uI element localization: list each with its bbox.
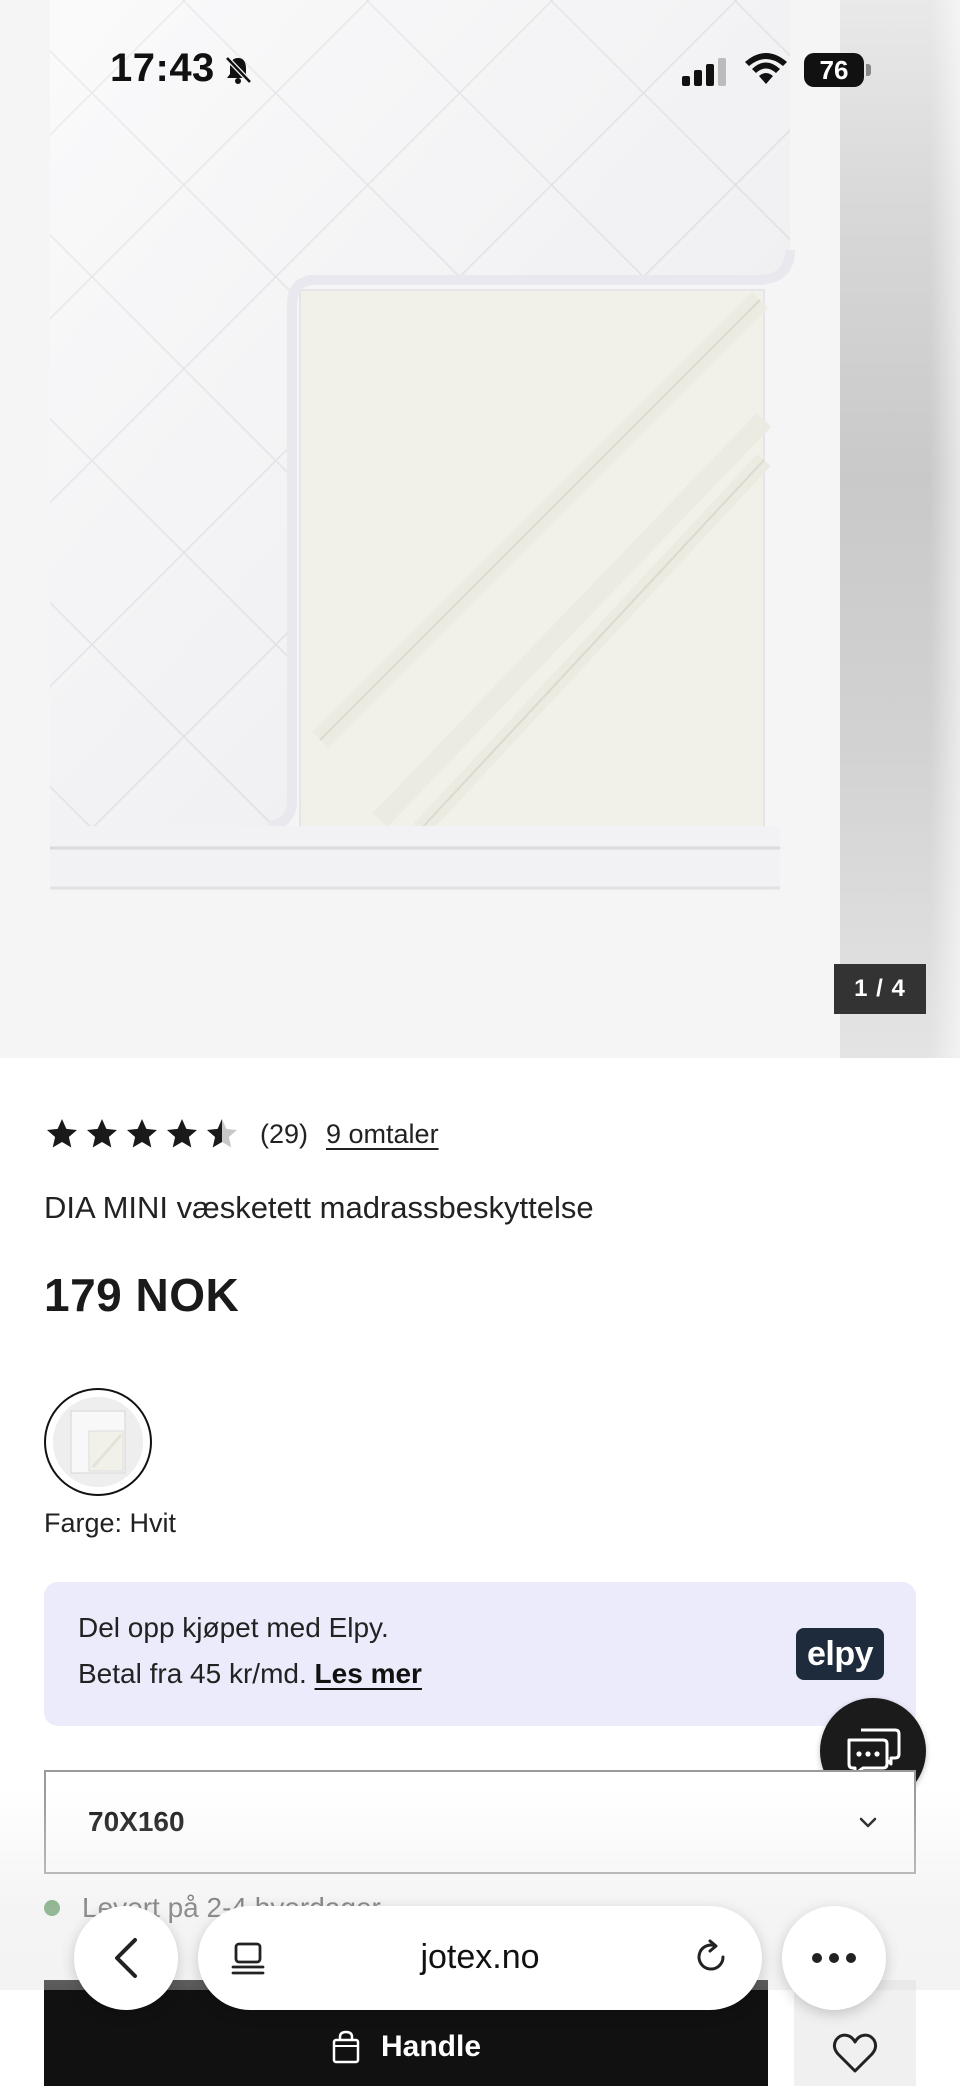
browser-more-button[interactable] [782,1906,886,2010]
color-label: Farge: Hvit [44,1508,177,1538]
browser-address-bar[interactable]: jotex.no [198,1906,762,2010]
more-dots-icon [812,1953,856,1963]
elpy-text-line1: Del opp kjøpet med Elpy. [78,1612,389,1643]
size-select[interactable]: 70X160 [44,1770,916,1874]
status-time: 17:43 [110,46,215,90]
mattress-protector-image [50,0,795,890]
chevron-down-icon [859,1817,877,1828]
next-product-image[interactable] [840,0,960,1058]
buy-button-content: Handle [44,2030,768,2064]
elpy-text-line2: Betal fra 45 kr/md. Les mer [78,1658,422,1690]
buy-button-label: Handle [380,2030,482,2063]
elpy-read-more-link[interactable]: Les mer [315,1658,422,1689]
bell-muted-icon [225,56,252,84]
star-full-icon [127,1119,157,1148]
star-full-icon [47,1119,77,1148]
status-bar: 17:43 76 [0,0,960,140]
star-half-icon [207,1119,237,1148]
star-full-icon [167,1119,197,1148]
rating-stars [44,1116,240,1152]
chevron-left-icon [115,1938,137,1978]
elpy-payment-banner: Del opp kjøpet med Elpy. Betal fra 45 kr… [44,1582,916,1726]
swatch-thumbnail [53,1397,143,1487]
battery-level: 76 [804,53,864,87]
browser-back-button[interactable] [74,1906,178,2010]
battery-indicator: 76 [804,53,871,87]
elpy-logo: elpy [796,1628,884,1680]
url-text: jotex.no [420,1938,540,1976]
wifi-icon [745,53,787,84]
delivery-status-dot [44,1900,60,1916]
rating-count: (29) [260,1118,309,1149]
elpy-installment-text: Betal fra 45 kr/md. [78,1658,307,1689]
swatch-product-image [53,1397,143,1487]
product-title: DIA MINI væsketett madrassbeskyttelse [44,1190,594,1225]
product-image-gallery[interactable]: 1 / 4 [0,0,960,1058]
cellular-signal-icon [682,58,726,86]
rating-row: (29) 9 omtaler [44,1112,439,1156]
image-counter: 1 / 4 [834,964,926,1014]
shopping-bag-icon [332,2030,360,2064]
heart-icon [832,2033,878,2073]
color-swatch-white[interactable] [44,1388,152,1496]
star-full-icon [87,1119,117,1148]
chat-bubble-icon [847,1728,901,1776]
product-image[interactable] [0,0,840,1058]
battery-cap [866,64,871,76]
size-selected-value: 70X160 [88,1806,185,1837]
reviews-link[interactable]: 9 omtaler [326,1119,439,1150]
product-price: 179 NOK [44,1269,240,1321]
reload-icon[interactable] [692,1938,730,1976]
